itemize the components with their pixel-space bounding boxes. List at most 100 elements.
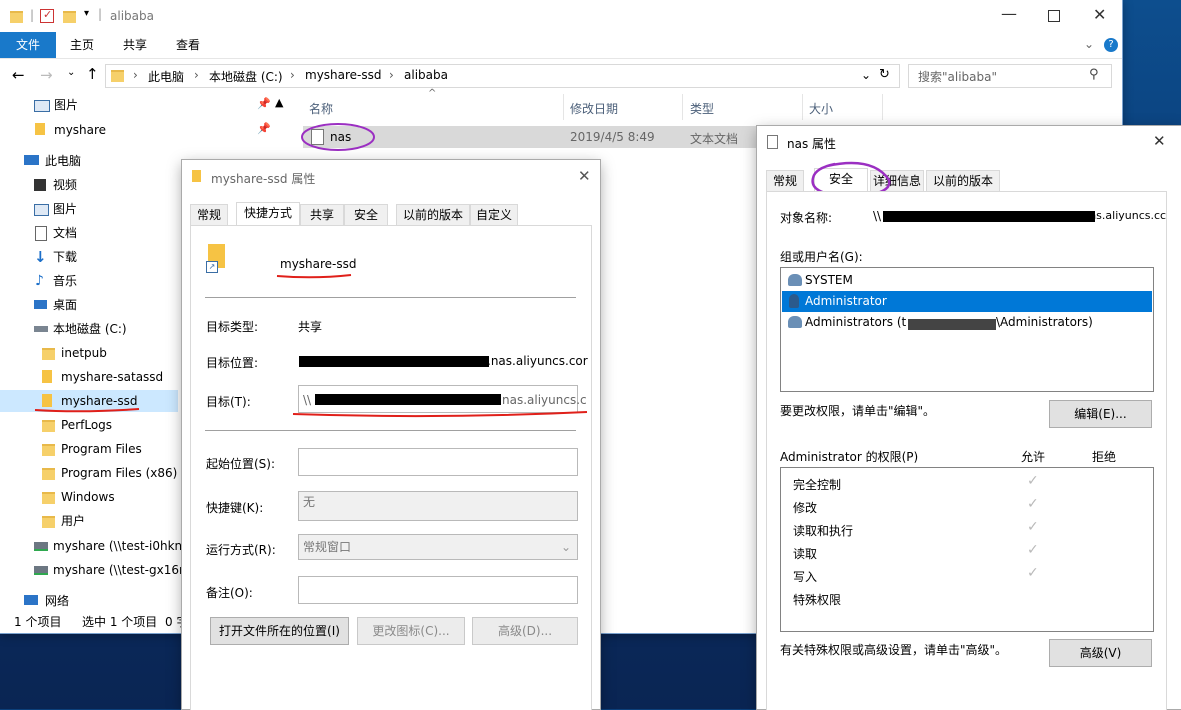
nav-label: 图片	[53, 202, 78, 216]
minimize-button[interactable]: —	[1001, 4, 1017, 23]
nav-label: Program Files	[61, 442, 142, 456]
allow-header: 允许	[1021, 450, 1046, 464]
advanced-button[interactable]: 高级(D)...	[472, 617, 578, 645]
open-file-location-button[interactable]: 打开文件所在的位置(I)	[210, 617, 349, 645]
properties-quick-icon[interactable]: ✓	[40, 8, 54, 23]
hotkey-field[interactable]: 无	[298, 491, 578, 521]
target-field[interactable]: \\ nas.aliyuncs.c	[298, 385, 587, 413]
column-size[interactable]: 大小	[809, 100, 833, 117]
close-button[interactable]: ✕	[1153, 132, 1166, 150]
user-row-administrators[interactable]: Administrators (t \Administrators)	[782, 312, 1152, 333]
pin-icon[interactable]: 📌	[257, 97, 271, 110]
folder-icon	[10, 11, 23, 23]
address-bar[interactable]: › 此电脑 › 本地磁盘 (C:) › myshare-ssd › alibab…	[105, 64, 900, 88]
search-icon[interactable]: ⚲	[1089, 67, 1099, 82]
comment-field[interactable]	[298, 576, 578, 604]
search-box[interactable]: 搜索"alibaba" ⚲	[908, 64, 1112, 88]
perm-full-control: 完全控制	[793, 478, 842, 492]
divider	[205, 297, 576, 298]
red-underline-annotation	[276, 274, 352, 279]
nav-scroll-up-icon[interactable]: ▲	[275, 96, 283, 109]
up-arrow-icon[interactable]: ↑	[86, 65, 99, 83]
separator: |	[30, 8, 35, 22]
edit-button[interactable]: 编辑(E)...	[1049, 400, 1152, 428]
nav-label: 音乐	[53, 274, 78, 288]
nav-label: Windows	[61, 490, 115, 504]
breadcrumb-local-disk[interactable]: 本地磁盘 (C:)	[209, 68, 283, 85]
breadcrumb-sep-icon: ›	[194, 68, 199, 82]
users-group-icon	[788, 316, 802, 328]
tab-shortcut[interactable]: 快捷方式	[236, 202, 300, 225]
start-in-field[interactable]	[298, 448, 578, 476]
recent-dropdown-icon[interactable]: ⌄	[67, 67, 75, 78]
explorer-titlebar: | ✓ ▾ | alibaba — ✕	[0, 0, 1122, 32]
users-list[interactable]: SYSTEM Administrator Administrators (t \…	[780, 267, 1154, 392]
perm-read-execute: 读取和执行	[793, 524, 854, 538]
breadcrumb-sep-icon: ›	[389, 68, 394, 82]
shortcut-arrow-icon: ↗	[206, 261, 218, 273]
tab-general[interactable]: 常规	[190, 204, 228, 225]
user-row-system[interactable]: SYSTEM	[782, 270, 1152, 291]
network-drive-icon	[34, 566, 48, 575]
tab-customize[interactable]: 自定义	[470, 204, 518, 225]
nav-label: myshare-satassd	[61, 370, 164, 384]
breadcrumb-myshare-ssd[interactable]: myshare-ssd	[305, 68, 382, 82]
shortcut-folder-icon	[42, 370, 52, 383]
refresh-icon[interactable]: ↻	[879, 67, 890, 82]
tab-home[interactable]: 主页	[70, 32, 94, 58]
start-in-label: 起始位置(S):	[206, 457, 276, 471]
user-row-administrator[interactable]: Administrator	[782, 291, 1152, 312]
new-folder-quick-icon[interactable]	[63, 11, 76, 23]
column-divider[interactable]	[682, 94, 683, 120]
change-icon-button[interactable]: 更改图标(C)...	[357, 617, 465, 645]
nav-label: 文档	[53, 226, 78, 240]
forward-arrow-icon[interactable]: →	[40, 66, 53, 84]
tab-file[interactable]: 文件	[0, 32, 56, 58]
column-modified[interactable]: 修改日期	[570, 100, 618, 117]
tab-view[interactable]: 查看	[176, 32, 200, 58]
close-button[interactable]: ✕	[578, 167, 591, 185]
check-icon: ✓	[1027, 565, 1039, 581]
breadcrumb-alibaba[interactable]: alibaba	[404, 68, 448, 82]
advanced-button[interactable]: 高级(V)	[1049, 639, 1152, 667]
tab-general[interactable]: 常规	[766, 170, 804, 191]
hotkey-value: 无	[303, 495, 316, 509]
breadcrumb-this-pc[interactable]: 此电脑	[148, 68, 184, 85]
quick-access-dropdown-icon[interactable]: ▾	[84, 8, 89, 19]
run-select[interactable]: 常规窗口 ⌄	[298, 534, 578, 560]
tab-previous-versions[interactable]: 以前的版本	[926, 170, 1000, 191]
column-divider[interactable]	[882, 94, 883, 120]
help-icon[interactable]: ?	[1104, 38, 1118, 52]
user-icon	[789, 294, 799, 308]
column-divider[interactable]	[563, 94, 564, 120]
chevron-down-icon[interactable]: ⌄	[1084, 37, 1094, 51]
search-input[interactable]: 搜索"alibaba"	[918, 68, 997, 85]
perm-write: 写入	[793, 570, 818, 584]
nav-label: 网络	[45, 594, 70, 608]
close-button[interactable]: ✕	[1093, 5, 1106, 24]
column-name[interactable]: 名称	[309, 100, 333, 117]
window-title: alibaba	[110, 9, 154, 23]
status-selected: 选中 1 个项目	[82, 615, 158, 629]
dialog-title: nas 属性	[787, 137, 837, 151]
nav-label: 此电脑	[45, 154, 82, 168]
address-dropdown-icon[interactable]: ⌄	[861, 68, 871, 82]
folder-icon	[42, 444, 55, 456]
tab-previous-versions[interactable]: 以前的版本	[396, 204, 470, 225]
object-name-label: 对象名称:	[780, 211, 833, 225]
video-icon	[34, 179, 46, 191]
tab-security[interactable]: 安全	[344, 204, 388, 225]
pin-icon[interactable]: 📌	[257, 122, 271, 135]
tab-share[interactable]: 共享	[300, 204, 344, 225]
back-arrow-icon[interactable]: ←	[12, 66, 25, 84]
column-type[interactable]: 类型	[690, 100, 714, 117]
nav-label: myshare (\\test-gx16re	[53, 563, 192, 577]
column-divider[interactable]	[802, 94, 803, 120]
maximize-button[interactable]	[1048, 10, 1060, 22]
folder-icon	[42, 492, 55, 504]
folder-icon	[111, 70, 124, 82]
hotkey-label: 快捷键(K):	[206, 501, 264, 515]
tab-share[interactable]: 共享	[123, 32, 147, 58]
permissions-label: Administrator 的权限(P)	[780, 450, 919, 464]
nav-label: 本地磁盘 (C:)	[53, 322, 127, 336]
